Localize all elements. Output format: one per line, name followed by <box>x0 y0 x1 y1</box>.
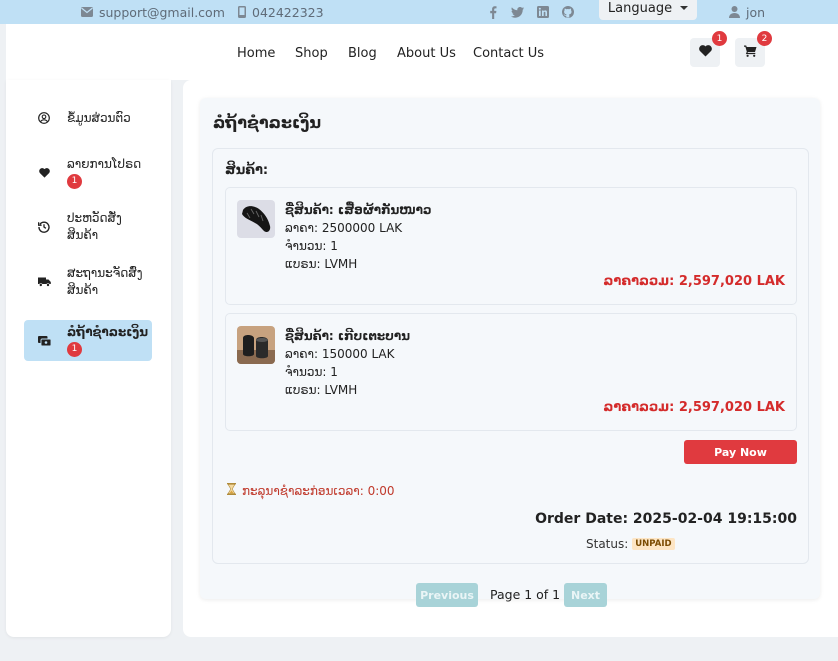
item-price: ລາຄາ: 150000 LAK <box>285 347 395 361</box>
item-name: ຊື່ສິນຄ້າ: ເສື້ອຜ້າກັນໜາວ <box>285 203 432 217</box>
page-title: ລໍຖ້າຊໍາລະເງິນ <box>213 113 322 132</box>
item-total: ລາຄາລວມ: 2,597,020 LAK <box>603 274 785 289</box>
nav-home[interactable]: Home <box>237 46 275 61</box>
sidebar-pending-label: ລໍຖ້າຊໍາລະເງິນ <box>67 324 149 339</box>
payment-deadline-text: ກະລຸນາຊໍາລະກ່ອນເວລາ: 0:00 <box>242 483 395 498</box>
item-quantity: ຈໍານວນ: 1 <box>285 365 338 379</box>
pagination: Previous Page 1 of 1 Next <box>200 583 820 607</box>
sidebar-item-shipping-status[interactable]: ສະຖານະຈັດສົ່ງ ສິນຄ້າ <box>24 264 152 300</box>
page-indicator: Page 1 of 1 <box>490 587 561 602</box>
item-details: ຊື່ສິນຄ້າ: ເກີບເຕະບານ ລາຄາ: 150000 LAK ຈ… <box>285 327 410 399</box>
support-phone[interactable]: 042422323 <box>238 0 324 24</box>
nav-about-us[interactable]: About Us <box>397 46 456 61</box>
cart-count-badge: 2 <box>757 31 772 46</box>
github-icon[interactable] <box>561 6 574 19</box>
account-sidebar: ຂໍ້ມູນສ່ວນຕົວ ລາຍການໂປຣດ 1 ປະຫວັດສັ່ງສິນຄ… <box>6 80 171 637</box>
user-name: jon <box>746 4 766 20</box>
sidebar-item-profile[interactable]: ຂໍ້ມູນສ່ວນຕົວ <box>24 108 152 128</box>
twitter-icon[interactable] <box>511 6 524 19</box>
item-total: ລາຄາລວມ: 2,597,020 LAK <box>603 400 785 415</box>
heart-icon <box>37 166 51 180</box>
item-quantity: ຈໍານວນ: 1 <box>285 239 338 253</box>
wishlist-button[interactable]: 1 <box>690 31 727 67</box>
wishlist-count-badge: 1 <box>712 31 727 46</box>
linkedin-icon[interactable] <box>536 6 549 19</box>
order-status: Status: UNPAID <box>586 537 675 551</box>
heart-icon <box>698 44 712 61</box>
item-price: ລາຄາ: 2500000 LAK <box>285 221 403 235</box>
order-card: ສິນຄ້າ: ຊື່ສິນຄ້າ: ເສື້ອຜ້າກັນໜາວ ລາຄາ: … <box>212 148 809 564</box>
language-dropdown[interactable]: Language <box>599 0 697 20</box>
sidebar-item-label: ສະຖານະຈັດສົ່ງ ສິນຄ້າ <box>67 266 143 297</box>
pay-now-button[interactable]: Pay Now <box>684 440 797 464</box>
sidebar-item-wishlist[interactable]: ລາຍການໂປຣດ 1 <box>24 157 152 189</box>
hourglass-icon <box>227 483 236 498</box>
nav-blog[interactable]: Blog <box>348 46 377 61</box>
main-content: ລໍຖ້າຊໍາລະເງິນ ສິນຄ້າ: ຊື່ສິນຄ້າ: ເສື້ອຜ… <box>183 80 838 637</box>
sidebar-pending-badge: 1 <box>67 341 82 357</box>
product-image[interactable] <box>237 326 275 364</box>
item-brand: ແບຣນ: LVMH <box>285 383 358 397</box>
order-item: ຊື່ສິນຄ້າ: ເກີບເຕະບານ ລາຄາ: 150000 LAK ຈ… <box>225 313 797 431</box>
products-label: ສິນຄ້າ: <box>225 163 269 178</box>
sidebar-item-order-history[interactable]: ປະຫວັດສັ່ງສິນຄ້າ <box>24 211 152 242</box>
item-brand: ແບຣນ: LVMH <box>285 257 358 271</box>
item-name: ຊື່ສິນຄ້າ: ເກີບເຕະບານ <box>285 329 410 343</box>
sidebar-item-label: ຂໍ້ມູນສ່ວນຕົວ <box>67 110 131 125</box>
user-icon <box>729 6 740 18</box>
status-badge: UNPAID <box>632 538 675 550</box>
payment-icon <box>37 334 51 348</box>
main-navbar: Home Shop Blog About Us Contact Us 1 2 <box>6 24 838 80</box>
support-phone-text: 042422323 <box>252 4 324 20</box>
history-icon <box>37 220 51 234</box>
social-links <box>486 0 574 24</box>
sidebar-item-label: ລາຍການໂປຣດ 1 <box>67 156 152 190</box>
product-image[interactable] <box>237 200 275 238</box>
previous-page-button[interactable]: Previous <box>416 583 478 607</box>
nav-shop[interactable]: Shop <box>295 46 328 61</box>
nav-contact-us[interactable]: Contact Us <box>473 46 544 61</box>
sidebar-wishlist-label: ລາຍການໂປຣດ <box>67 157 142 171</box>
top-bar: support@gmail.com 042422323 Language jon <box>0 0 838 24</box>
order-date: Order Date: 2025-02-04 19:15:00 <box>535 511 797 527</box>
sidebar-item-label: ປະຫວັດສັ່ງສິນຄ້າ <box>67 211 122 242</box>
language-label: Language <box>607 0 673 16</box>
pending-payment-panel: ລໍຖ້າຊໍາລະເງິນ ສິນຄ້າ: ຊື່ສິນຄ້າ: ເສື້ອຜ… <box>200 98 820 607</box>
support-email[interactable]: support@gmail.com <box>81 0 225 24</box>
status-label: Status: <box>586 537 629 551</box>
next-page-button[interactable]: Next <box>564 583 607 607</box>
user-menu[interactable]: jon <box>729 0 765 24</box>
chevron-down-icon <box>680 6 689 10</box>
facebook-icon[interactable] <box>486 5 499 19</box>
payment-deadline: ກະລຸນາຊໍາລະກ່ອນເວລາ: 0:00 <box>227 483 395 498</box>
support-email-text: support@gmail.com <box>99 4 225 20</box>
item-details: ຊື່ສິນຄ້າ: ເສື້ອຜ້າກັນໜາວ ລາຄາ: 2500000 … <box>285 201 432 273</box>
sidebar-wishlist-badge: 1 <box>67 174 82 189</box>
truck-icon <box>37 275 51 289</box>
cart-button[interactable]: 2 <box>735 31 772 67</box>
phone-icon <box>238 6 246 18</box>
sidebar-item-pending-payment[interactable]: ລໍຖ້າຊໍາລະເງິນ 1 <box>24 320 152 361</box>
cart-icon <box>743 45 757 61</box>
order-item: ຊື່ສິນຄ້າ: ເສື້ອຜ້າກັນໜາວ ລາຄາ: 2500000 … <box>225 187 797 305</box>
envelope-icon <box>81 7 93 17</box>
user-circle-icon <box>37 111 51 125</box>
sidebar-item-label: ລໍຖ້າຊໍາລະເງິນ 1 <box>67 324 152 358</box>
